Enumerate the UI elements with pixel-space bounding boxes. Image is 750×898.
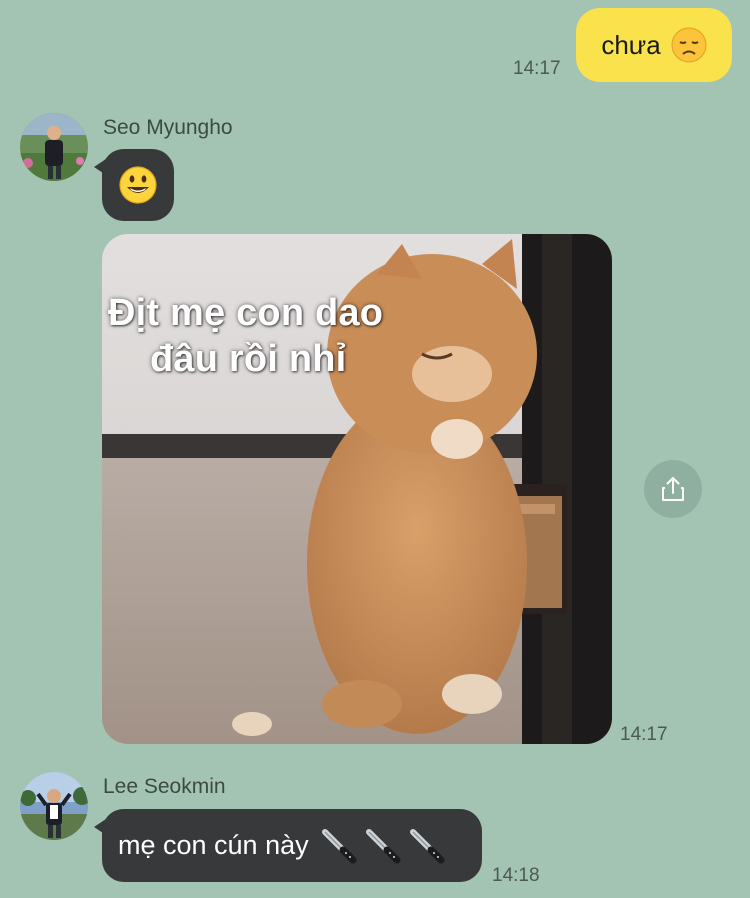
sender-name: Seo Myungho — [103, 116, 233, 139]
outgoing-message-bubble[interactable]: chưa — [576, 8, 732, 82]
smiley-emoji — [119, 166, 157, 204]
sad-face-emoji — [671, 27, 707, 63]
knife-emoji — [409, 828, 445, 863]
share-icon — [662, 477, 684, 501]
share-button[interactable] — [644, 460, 702, 518]
timestamp: 14:17 — [620, 724, 668, 745]
image-message[interactable]: Địt mẹ con dao đâu rồi nhỉ — [102, 234, 612, 744]
avatar-photo — [20, 772, 88, 840]
message-text: mẹ con cún này — [118, 830, 309, 860]
sender-name: Lee Seokmin — [103, 775, 226, 798]
timestamp: 14:18 — [492, 865, 540, 886]
image-caption-line: Địt mẹ con dao — [108, 292, 384, 334]
avatar[interactable] — [20, 113, 88, 181]
incoming-message-bubble[interactable] — [94, 149, 174, 221]
image-caption-line: đâu rồi nhỉ — [150, 338, 347, 380]
incoming-message-bubble[interactable]: mẹ con cún này — [94, 809, 482, 882]
knife-emoji — [365, 828, 401, 863]
avatar[interactable] — [20, 772, 88, 840]
avatar-photo — [20, 113, 88, 181]
message-text: chưa — [601, 29, 661, 60]
timestamp: 14:17 — [513, 58, 561, 79]
knife-emoji — [321, 828, 357, 863]
